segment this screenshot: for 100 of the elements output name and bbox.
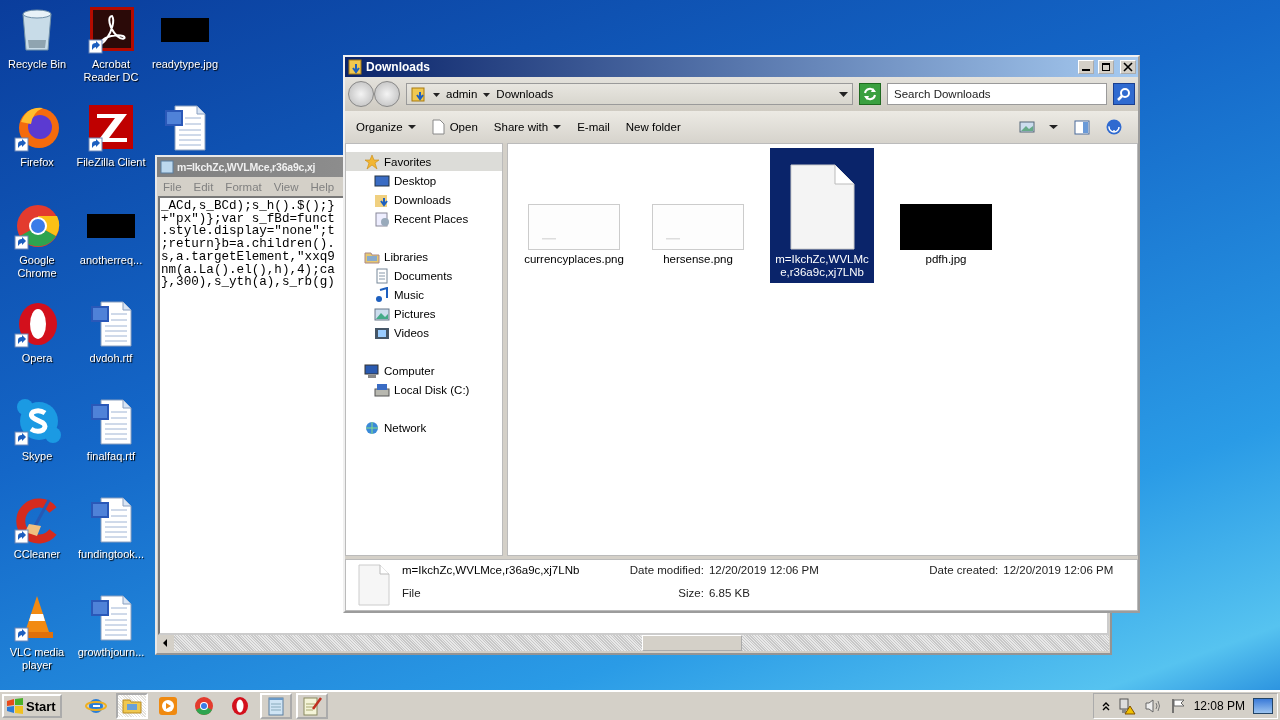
horizontal-scrollbar[interactable] [158,635,1109,651]
text-line: s,a.targetElement,"xxq9 [161,250,335,264]
nav-item[interactable]: Music [346,285,502,304]
picture-icon [374,305,390,322]
file-name: m=IkchZc,WVLMce,r36a9c,xj7LNb [402,564,581,578]
icon-label: Opera [21,352,53,365]
caret-icon [553,124,562,130]
back-button[interactable] [348,81,374,107]
monitor-icon [374,172,390,189]
refresh-button[interactable] [859,83,881,105]
icon-label: CCleaner [13,548,61,561]
caret-icon[interactable] [1049,124,1058,130]
nav-item[interactable]: Pictures [346,304,502,323]
toolbar-button[interactable]: New folder [618,118,688,136]
toolbar-button[interactable]: Open [424,116,485,138]
nav-item[interactable]: Network [346,418,502,437]
speaker-icon[interactable] [1143,698,1162,714]
icon-view-item[interactable]: m=IkchZc,WVLMce,r36a9c,xj7LNb [770,148,874,283]
taskbar-button[interactable] [259,693,292,719]
minimize-icon [1082,69,1090,71]
icon-label: anotherreq... [79,254,143,267]
text-line: _ACd,s_BCd);s_h().$();} [161,200,335,213]
toolbar-button[interactable]: Organize [349,118,423,136]
icon-view-item[interactable]: hersense.png [646,148,750,270]
icon-label: readytype.jpg [151,58,218,71]
chevron-up-icon[interactable] [1101,701,1110,711]
nav-item[interactable]: Local Disk (C:) [346,380,502,399]
caret-icon[interactable] [483,90,491,98]
clock-time[interactable]: 12:08 PM [1193,699,1245,713]
text-line: ;return}b=a.children(). [161,238,335,251]
maximize-icon [1100,61,1112,73]
detail-value: 12/20/2019 12:06 PM [708,564,820,578]
breadcrumb-item[interactable]: admin [446,88,478,100]
file-name: m=IkchZc,WVLMce,r36a9c,xj7LNb [774,253,870,279]
caret-icon[interactable] [433,90,440,98]
search-field[interactable]: Search Downloads [887,83,1107,105]
text-line: nm(a.La().el(),h),4);ca [161,263,335,277]
icon-label: Acrobat Reader DC [82,58,140,84]
close-icon [1122,61,1134,73]
icon-label: Firefox [20,156,54,169]
title-text: m=IkchZc,WVLMce,r36a9c,xj [177,161,316,173]
icon-view-item[interactable]: pdfh.jpg [894,148,998,270]
icon-label: Google Chrome [16,254,58,280]
nav-item[interactable]: Computer [346,361,502,380]
file-icon [431,119,445,135]
computer-icon [364,362,380,379]
network-warning-icon[interactable] [1117,697,1136,715]
music-note-icon [374,286,390,303]
nav-item[interactable]: Libraries [346,247,502,266]
toolbar-button[interactable]: E-mail [570,118,617,136]
icon-label: fundingtook... [77,548,145,561]
icon-view-item[interactable]: currencyplaces.png [522,148,626,270]
scrollbar-thumb[interactable] [642,635,742,651]
address-bar[interactable]: admin Downloads [406,83,853,105]
nav-item[interactable]: Downloads [346,190,502,209]
icon-label: dvdoh.rtf [89,352,133,365]
drive-icon [374,381,390,398]
icon-label: FileZilla Client [76,156,146,169]
folder-icon [411,86,427,102]
taskbar-button[interactable] [295,693,328,719]
search-button[interactable] [1113,83,1135,105]
nav-item[interactable]: Videos [346,323,502,342]
preview-pane-icon[interactable] [1074,119,1090,135]
caret-icon [407,124,416,130]
forward-button[interactable] [374,81,400,107]
text-line: },300),s_yth(a),s_rb(g) [161,276,335,289]
text-line: +"px")};var s_fBd=funct [161,212,335,226]
nav-item[interactable]: Documents [346,266,502,285]
file-name: currencyplaces.png [524,253,624,266]
flag-icon[interactable] [1169,698,1186,714]
nav-item[interactable]: Favorites [346,152,502,171]
toolbar-button[interactable]: Share with [486,118,569,136]
file-icon [358,564,390,606]
icon-label: VLC media player [8,646,66,672]
play-icon [156,695,179,717]
file-name: pdfh.jpg [924,253,968,266]
maximize-button[interactable] [1098,60,1114,74]
detail-value: 12/20/2019 12:06 PM [1003,564,1115,578]
search-icon [1117,87,1131,101]
window-title: Downloads [366,60,431,74]
detail-label: Date created: [928,564,1000,578]
star-icon [364,153,380,170]
nav-item[interactable]: Desktop [346,171,502,190]
windows-flag-icon [6,698,24,714]
taskbar-button[interactable] [115,693,148,719]
folder-icon [348,59,362,75]
detail-label: Size: [677,587,705,601]
dropdown-arrow-icon[interactable] [839,90,848,98]
file-icon [789,164,855,250]
minimize-button[interactable] [1078,60,1094,74]
nav-item[interactable]: Recent Places [346,209,502,228]
icon-label: Skype [21,450,53,463]
show-desktop-button[interactable] [1253,698,1273,714]
close-button[interactable] [1120,60,1136,74]
icon-label: growthjourn... [77,646,145,659]
refresh-icon [862,86,878,102]
start-button[interactable]: Start [2,694,62,718]
help-icon[interactable] [1106,119,1122,135]
detail-label: Date modified: [628,564,705,578]
breadcrumb-item[interactable]: Downloads [496,88,554,100]
